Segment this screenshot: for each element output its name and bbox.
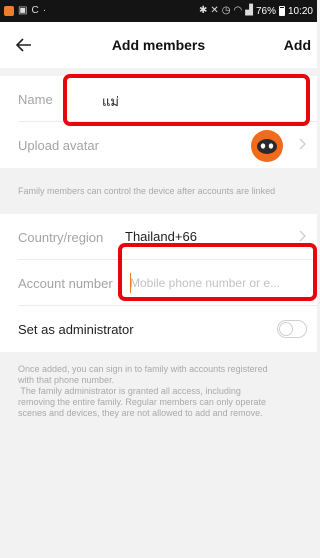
avatar[interactable] — [251, 130, 283, 162]
battery-percent: 76% — [255, 5, 276, 17]
robot-face-icon — [257, 139, 277, 154]
administrator-label: Set as administrator — [18, 321, 134, 337]
account-row: Account number — [0, 260, 317, 306]
status-left: ▣ C · — [4, 6, 46, 16]
signal-icon: ▟ — [245, 5, 253, 16]
footer-line: removing the entire family. Regular memb… — [18, 397, 266, 407]
chevron-right-icon — [299, 230, 306, 242]
footer-line: Once added, you can sign in to family wi… — [18, 364, 268, 374]
name-field[interactable]: แม่ — [102, 91, 119, 112]
administrator-toggle[interactable] — [277, 320, 307, 338]
name-row[interactable]: Name แม่ — [0, 76, 317, 122]
app-notification-icon — [4, 6, 14, 16]
name-label: Name — [18, 91, 53, 107]
page-title: Add members — [111, 37, 206, 53]
dot-notification-icon: · — [42, 5, 47, 16]
bluetooth-icon: ✱ — [199, 5, 208, 16]
chevron-right-icon — [299, 138, 306, 150]
arrow-left-icon — [16, 38, 31, 52]
footer-line: with that phone number. — [18, 375, 115, 385]
alarm-icon: ◷ — [221, 5, 231, 16]
clock: 10:20 — [287, 5, 313, 17]
country-value: Thailand+66 — [125, 229, 197, 244]
family-hint: Family members can control the device af… — [0, 168, 317, 214]
battery-icon — [278, 6, 285, 16]
add-button[interactable]: Add — [284, 22, 311, 68]
account-label: Account number — [18, 275, 113, 291]
back-button[interactable] — [10, 31, 38, 59]
upload-avatar-row[interactable]: Upload avatar — [0, 122, 317, 168]
sync-notification-icon: C — [31, 5, 39, 16]
account-number-input[interactable] — [122, 270, 300, 296]
footer-line: The family administrator is granted all … — [18, 386, 241, 396]
status-right: ✱ ✕ ◷ ◠ ▟ 76% 10:20 — [199, 6, 313, 17]
name-avatar-card: Name แม่ Upload avatar — [0, 76, 317, 168]
country-label: Country/region — [18, 229, 104, 245]
mute-icon: ✕ — [210, 5, 219, 16]
administrator-row: Set as administrator — [0, 306, 317, 352]
upload-avatar-label: Upload avatar — [18, 137, 99, 153]
wifi-icon: ◠ — [233, 5, 243, 16]
image-notification-icon: ▣ — [18, 5, 28, 16]
nav-bar: Add members Add — [0, 22, 317, 68]
status-bar: ▣ C · ✱ ✕ ◷ ◠ ▟ 76% 10:20 — [0, 0, 317, 22]
text-cursor — [130, 273, 131, 293]
footer-note: Once added, you can sign in to family wi… — [0, 352, 317, 419]
footer-line: scenes and devices, they are not allowed… — [18, 408, 263, 418]
country-row[interactable]: Country/region Thailand+66 — [0, 214, 317, 260]
account-card: Country/region Thailand+66 Account numbe… — [0, 214, 317, 352]
toggle-knob — [279, 322, 293, 336]
